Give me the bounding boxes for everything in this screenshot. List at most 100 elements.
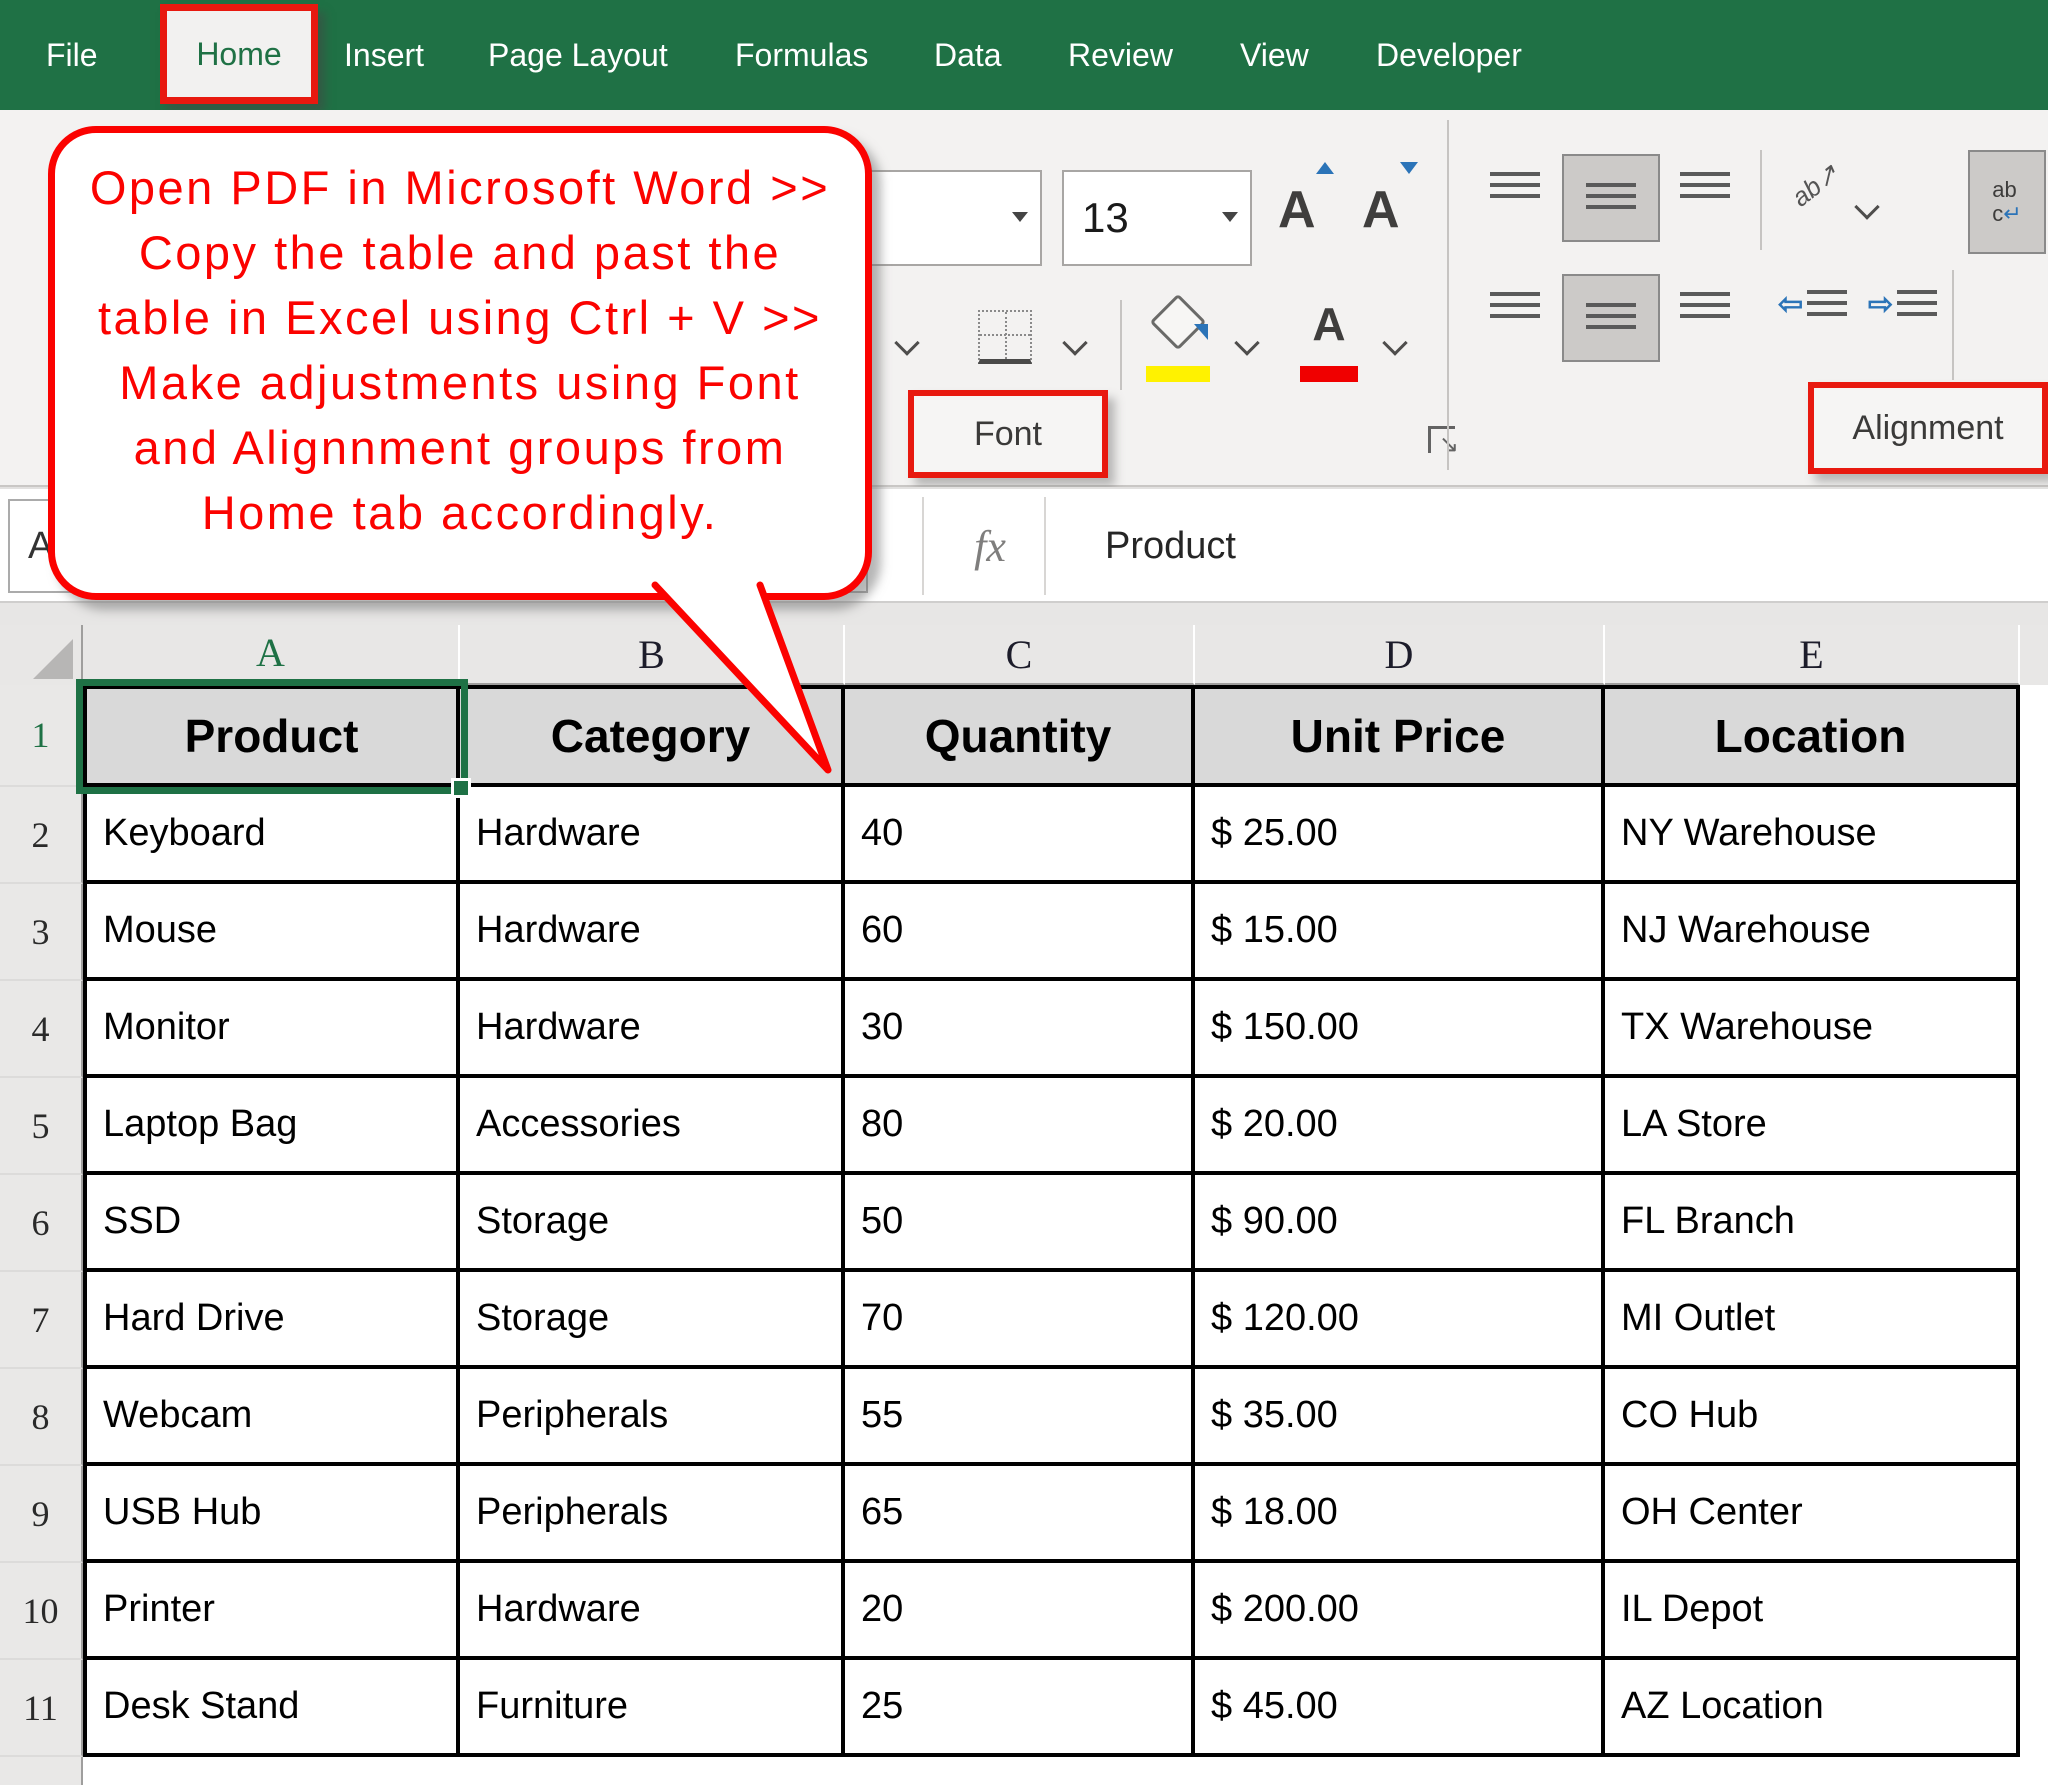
cell-A7[interactable]: Hard Drive	[83, 1272, 460, 1369]
cell-C9[interactable]: 65	[845, 1466, 1195, 1563]
cell-D4[interactable]: $ 150.00	[1195, 981, 1605, 1078]
cell-B6[interactable]: Storage	[460, 1175, 845, 1272]
column-header-E[interactable]: E	[1605, 625, 2020, 685]
cell-A6[interactable]: SSD	[83, 1175, 460, 1272]
cell-A2[interactable]: Keyboard	[83, 787, 460, 884]
select-all-corner[interactable]	[0, 625, 83, 685]
row-header-2[interactable]: 2	[0, 787, 83, 884]
cell-A4[interactable]: Monitor	[83, 981, 460, 1078]
cell-A5[interactable]: Laptop Bag	[83, 1078, 460, 1175]
row-header-4[interactable]: 4	[0, 981, 83, 1078]
cell-B1[interactable]: Category	[460, 685, 845, 787]
cell-B5[interactable]: Accessories	[460, 1078, 845, 1175]
cell-D6[interactable]: $ 90.00	[1195, 1175, 1605, 1272]
row-header-9[interactable]: 9	[0, 1466, 83, 1563]
cell-A9[interactable]: USB Hub	[83, 1466, 460, 1563]
row-header-6[interactable]: 6	[0, 1175, 83, 1272]
cell-C11[interactable]: 25	[845, 1660, 1195, 1757]
row-header-1[interactable]: 1	[0, 685, 83, 787]
tab-file[interactable]: File	[46, 0, 98, 110]
insert-function-icon[interactable]: fx	[940, 499, 1040, 593]
tab-review[interactable]: Review	[1068, 0, 1173, 110]
cell-E3[interactable]: NJ Warehouse	[1605, 884, 2020, 981]
orientation-dropdown-chevron-icon[interactable]	[1854, 194, 1879, 219]
cell-B9[interactable]: Peripherals	[460, 1466, 845, 1563]
tab-page-layout[interactable]: Page Layout	[488, 0, 668, 110]
cell-C1[interactable]: Quantity	[845, 685, 1195, 787]
align-center-button[interactable]	[1562, 274, 1660, 362]
font-color-button[interactable]: A	[1298, 296, 1360, 386]
fill-color-dropdown-chevron-icon[interactable]	[1234, 330, 1259, 355]
cell-C8[interactable]: 55	[845, 1369, 1195, 1466]
cell-D3[interactable]: $ 15.00	[1195, 884, 1605, 981]
decrease-indent-button[interactable]: ⇦	[1778, 290, 1847, 320]
tab-view[interactable]: View	[1240, 0, 1309, 110]
cell-E11[interactable]: AZ Location	[1605, 1660, 2020, 1757]
column-header-C[interactable]: C	[845, 625, 1195, 685]
increase-font-size-button[interactable]: A	[1278, 180, 1316, 240]
cell-C7[interactable]: 70	[845, 1272, 1195, 1369]
tab-home[interactable]: Home	[160, 4, 318, 104]
cell-A10[interactable]: Printer	[83, 1563, 460, 1660]
fill-handle[interactable]	[451, 778, 471, 798]
tab-insert[interactable]: Insert	[344, 0, 424, 110]
align-right-button[interactable]	[1680, 292, 1730, 322]
cell-E10[interactable]: IL Depot	[1605, 1563, 2020, 1660]
cell-E1[interactable]: Location	[1605, 685, 2020, 787]
cell-E5[interactable]: LA Store	[1605, 1078, 2020, 1175]
underline-dropdown-chevron-icon[interactable]	[894, 330, 919, 355]
row-header-10[interactable]: 10	[0, 1563, 83, 1660]
cell-D9[interactable]: $ 18.00	[1195, 1466, 1605, 1563]
cell-E9[interactable]: OH Center	[1605, 1466, 2020, 1563]
cell-B10[interactable]: Hardware	[460, 1563, 845, 1660]
cell-B4[interactable]: Hardware	[460, 981, 845, 1078]
cell-C4[interactable]: 30	[845, 981, 1195, 1078]
cell-C6[interactable]: 50	[845, 1175, 1195, 1272]
font-dialog-launcher-icon[interactable]	[1428, 426, 1455, 453]
row-header-3[interactable]: 3	[0, 884, 83, 981]
cell-D11[interactable]: $ 45.00	[1195, 1660, 1605, 1757]
column-header-D[interactable]: D	[1195, 625, 1605, 685]
font-size-combobox[interactable]: 13	[1062, 170, 1252, 266]
cell-D10[interactable]: $ 200.00	[1195, 1563, 1605, 1660]
cell-D8[interactable]: $ 35.00	[1195, 1369, 1605, 1466]
tab-formulas[interactable]: Formulas	[735, 0, 868, 110]
tab-developer[interactable]: Developer	[1376, 0, 1522, 110]
cell-A8[interactable]: Webcam	[83, 1369, 460, 1466]
borders-icon[interactable]	[978, 310, 1032, 364]
cell-C3[interactable]: 60	[845, 884, 1195, 981]
cell-A3[interactable]: Mouse	[83, 884, 460, 981]
fill-color-button[interactable]	[1146, 296, 1212, 386]
cell-A11[interactable]: Desk Stand	[83, 1660, 460, 1757]
cell-E6[interactable]: FL Branch	[1605, 1175, 2020, 1272]
cell-C5[interactable]: 80	[845, 1078, 1195, 1175]
cell-A1[interactable]: Product	[83, 685, 460, 787]
cell-C2[interactable]: 40	[845, 787, 1195, 884]
middle-align-button[interactable]	[1562, 154, 1660, 242]
align-left-button[interactable]	[1490, 292, 1540, 322]
cell-B11[interactable]: Furniture	[460, 1660, 845, 1757]
increase-indent-button[interactable]: ⇨	[1868, 290, 1937, 320]
cell-E8[interactable]: CO Hub	[1605, 1369, 2020, 1466]
cell-B8[interactable]: Peripherals	[460, 1369, 845, 1466]
cell-B7[interactable]: Storage	[460, 1272, 845, 1369]
borders-dropdown-chevron-icon[interactable]	[1062, 330, 1087, 355]
row-header-7[interactable]: 7	[0, 1272, 83, 1369]
wrap-text-button[interactable]: ab c↵	[1968, 150, 2046, 254]
cell-D7[interactable]: $ 120.00	[1195, 1272, 1605, 1369]
cell-D5[interactable]: $ 20.00	[1195, 1078, 1605, 1175]
row-header-8[interactable]: 8	[0, 1369, 83, 1466]
cell-E7[interactable]: MI Outlet	[1605, 1272, 2020, 1369]
cell-D2[interactable]: $ 25.00	[1195, 787, 1605, 884]
font-color-dropdown-chevron-icon[interactable]	[1382, 330, 1407, 355]
orientation-icon[interactable]: ab↗	[1786, 158, 1845, 214]
cell-E2[interactable]: NY Warehouse	[1605, 787, 2020, 884]
formula-input[interactable]: Product	[1105, 499, 1236, 593]
row-header-11[interactable]: 11	[0, 1660, 83, 1757]
column-header-B[interactable]: B	[460, 625, 845, 685]
row-header-5[interactable]: 5	[0, 1078, 83, 1175]
cell-B2[interactable]: Hardware	[460, 787, 845, 884]
cell-B3[interactable]: Hardware	[460, 884, 845, 981]
cell-D1[interactable]: Unit Price	[1195, 685, 1605, 787]
tab-data[interactable]: Data	[934, 0, 1002, 110]
